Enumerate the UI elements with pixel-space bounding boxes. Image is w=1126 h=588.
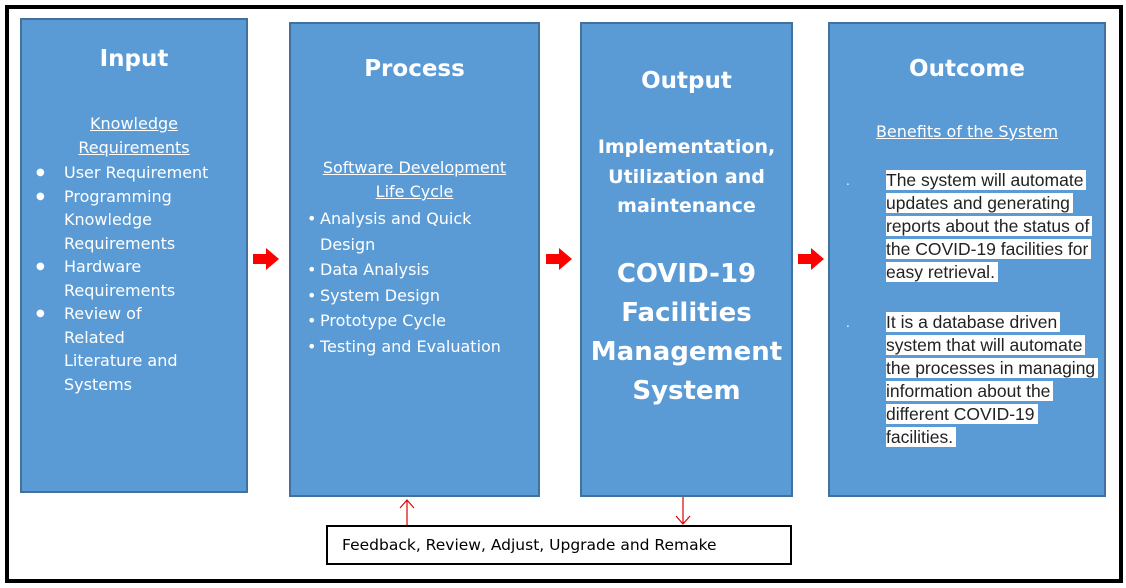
bullet-marker: . [846, 316, 850, 330]
output-subtitle-line1: Implementation, [597, 136, 776, 158]
process-subhead-line1: Software Development [322, 158, 507, 177]
output-subtitle-line3: maintenance [617, 195, 756, 217]
system-name-line4: System [632, 376, 741, 406]
benefit-item: It is a database driven system that will… [886, 311, 1099, 449]
benefit-text: It is a database driven system that will… [886, 312, 1099, 447]
input-list-item: Review of Related Literature and Systems [22, 302, 204, 396]
process-title: Process [364, 56, 465, 82]
bullet-marker: . [846, 174, 850, 188]
output-subtitle-line2: Utilization and [608, 166, 765, 188]
process-box: Process Software Development Life Cycle … [289, 22, 540, 497]
output-title: Output [641, 68, 732, 94]
input-title: Input [99, 46, 169, 72]
process-subhead-line2: Life Cycle [375, 182, 454, 201]
feedback-loop-label: Feedback, Review, Adjust, Upgrade and Re… [342, 536, 717, 554]
outcome-subhead: Benefits of the System [875, 122, 1059, 141]
system-name-line1: COVID-19 [616, 259, 757, 289]
benefit-item: The system will automate updates and gen… [886, 169, 1096, 284]
right-arrow-icon [253, 248, 279, 270]
right-arrow-icon [798, 248, 824, 270]
process-list-item: Data Analysis [307, 257, 532, 283]
input-subhead-line2: Requirements [78, 138, 190, 157]
input-box: Input Knowledge Requirements User Requir… [20, 18, 248, 493]
system-name-line2: Facilities [621, 298, 752, 328]
output-box: Output Implementation, Utilization and m… [580, 22, 793, 497]
right-arrow-icon [546, 248, 572, 270]
process-list-item: Testing and Evaluation [307, 334, 532, 360]
process-list-item: Prototype Cycle [307, 308, 532, 334]
feedback-loop-box: Feedback, Review, Adjust, Upgrade and Re… [326, 525, 792, 565]
system-name-line3: Management [590, 337, 783, 367]
input-list-item: Programming Knowledge Requirements [22, 185, 175, 256]
input-list-item: User Requirement [22, 161, 222, 185]
up-arrow-icon [399, 499, 415, 526]
input-list: User Requirement Programming Knowledge R… [22, 161, 222, 396]
process-list-item: Analysis and Quick Design [307, 206, 490, 257]
process-list-item: System Design [307, 283, 532, 309]
process-list: Analysis and Quick Design Data Analysis … [307, 206, 532, 359]
outcome-box: Outcome Benefits of the System . The sys… [828, 22, 1106, 497]
down-arrow-icon [675, 497, 691, 525]
outcome-title: Outcome [909, 56, 1025, 82]
benefit-text: The system will automate updates and gen… [886, 170, 1093, 282]
input-subhead-line1: Knowledge [90, 114, 178, 133]
input-list-item: Hardware Requirements [22, 255, 175, 302]
